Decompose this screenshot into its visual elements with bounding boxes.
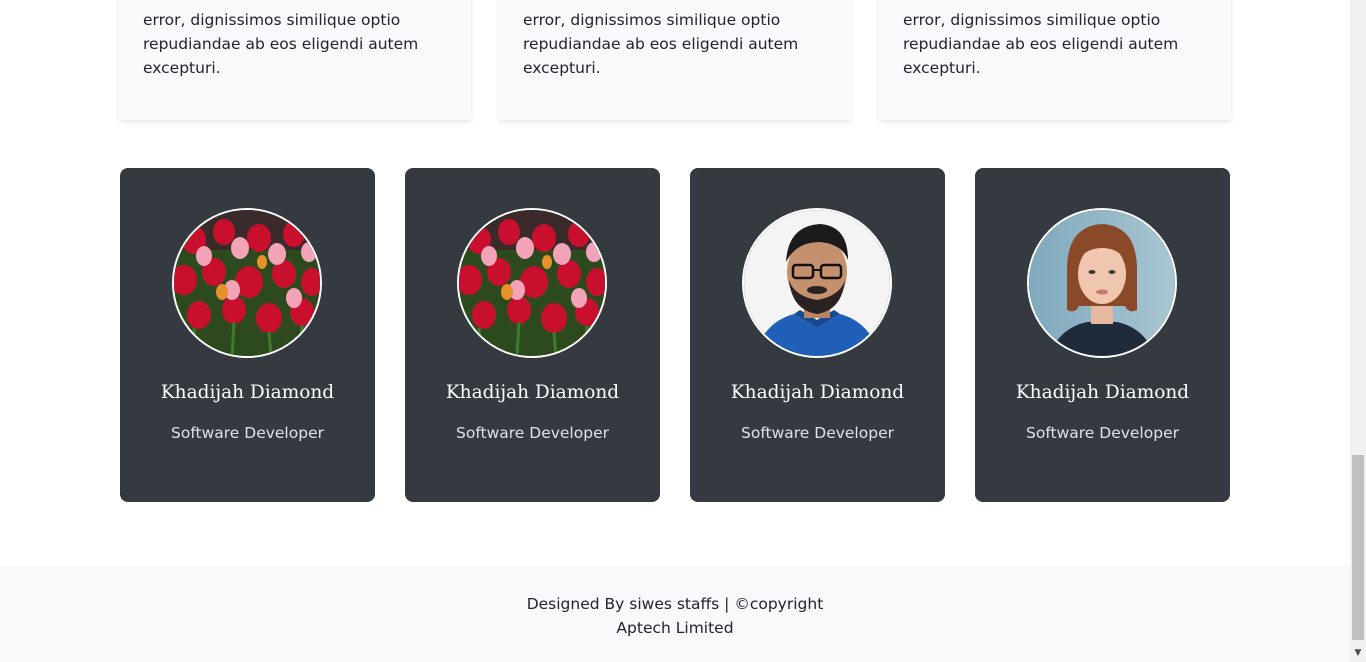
footer: Designed By siwes staffs | ©copyright Ap…	[0, 566, 1350, 662]
red-haired-woman-photo	[1027, 208, 1177, 358]
page: error, dignissimos similique optio repud…	[0, 0, 1350, 662]
feature-card: error, dignissimos similique optio repud…	[879, 0, 1231, 120]
member-role: Software Developer	[1026, 424, 1179, 442]
team-member-card: Khadijah Diamond Software Developer	[120, 168, 375, 502]
team-member-card: Khadijah Diamond Software Developer	[405, 168, 660, 502]
member-name: Khadijah Diamond	[1015, 382, 1190, 403]
feature-card: error, dignissimos similique optio repud…	[119, 0, 471, 120]
footer-text: Designed By siwes staffs | ©copyright Ap…	[526, 595, 824, 637]
vertical-scrollbar[interactable]: ▼	[1350, 0, 1366, 662]
member-role: Software Developer	[171, 424, 324, 442]
team-member-card: Khadijah Diamond Software Developer	[690, 168, 945, 502]
scroll-down-arrow-icon[interactable]: ▼	[1350, 645, 1366, 662]
feature-card-text: error, dignissimos similique optio repud…	[523, 11, 799, 77]
feature-card-text: error, dignissimos similique optio repud…	[903, 11, 1179, 77]
man-with-glasses-photo	[742, 208, 892, 358]
feature-card-text: error, dignissimos similique optio repud…	[143, 11, 419, 77]
member-name: Khadijah Diamond	[730, 382, 905, 403]
tulips-photo	[172, 208, 322, 358]
member-name: Khadijah Diamond	[160, 382, 335, 403]
member-name: Khadijah Diamond	[445, 382, 620, 403]
member-role: Software Developer	[741, 424, 894, 442]
team-member-card: Khadijah Diamond Software Developer	[975, 168, 1230, 502]
feature-card: error, dignissimos similique optio repud…	[499, 0, 851, 120]
scrollbar-thumb[interactable]	[1352, 455, 1364, 640]
tulips-photo	[457, 208, 607, 358]
member-role: Software Developer	[456, 424, 609, 442]
